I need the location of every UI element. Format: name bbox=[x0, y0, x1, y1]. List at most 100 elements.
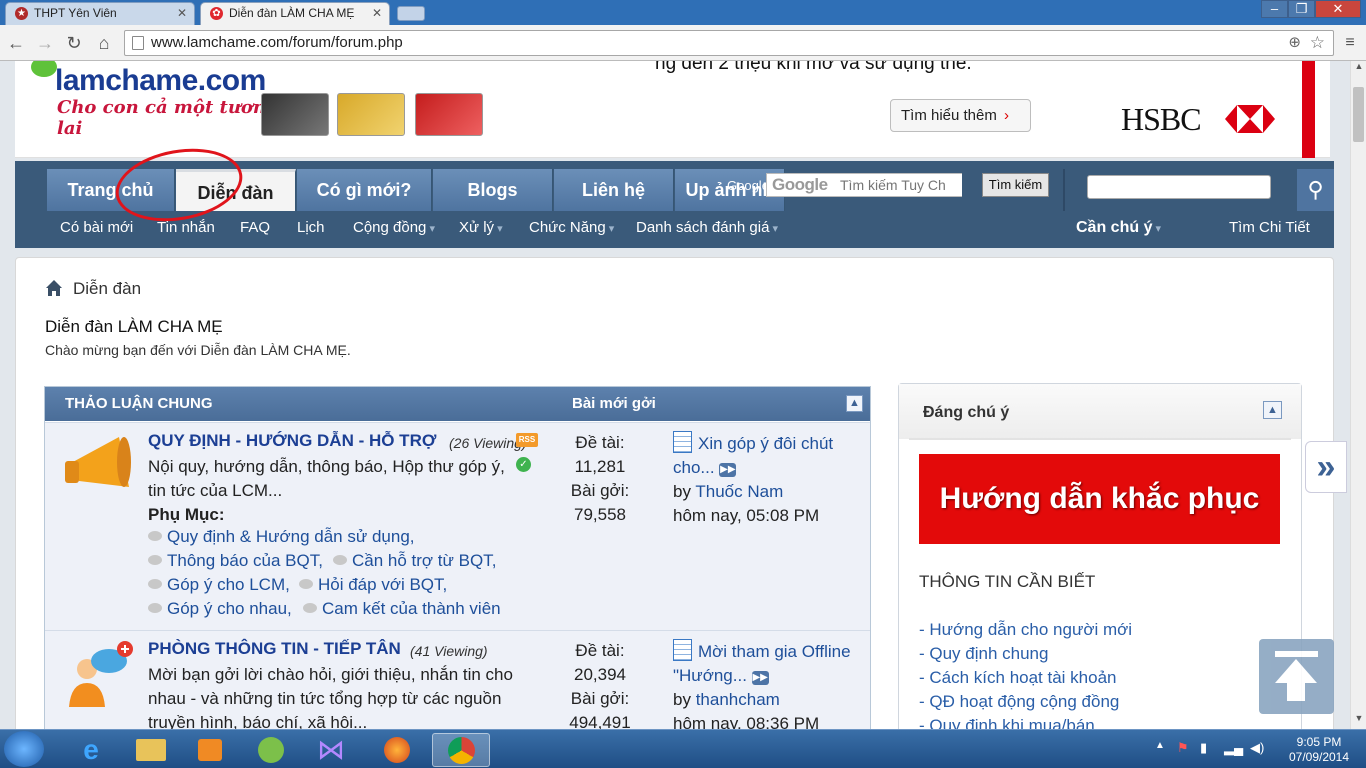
chrome-icon[interactable] bbox=[432, 733, 490, 767]
last-post-title-text: Xin góp ý đôi chút bbox=[698, 434, 834, 453]
sidebar-link[interactable]: - Quy định chung bbox=[919, 644, 1048, 664]
help-banner[interactable]: Hướng dẫn khắc phục bbox=[919, 454, 1280, 544]
sub-label: Xử lý bbox=[459, 219, 495, 236]
last-post-title-cont[interactable]: "Hướng... ▶▶ bbox=[673, 664, 851, 688]
logo-leaf-icon bbox=[31, 61, 57, 77]
minimize-button[interactable]: – bbox=[1261, 0, 1288, 18]
forum-title[interactable]: PHÒNG THÔNG TIN - TIẾP TÂN bbox=[148, 639, 401, 659]
tab-blogs[interactable]: Blogs bbox=[433, 169, 553, 211]
tab-thpt-yen-vien[interactable]: ★ THPT Yên Viên ✕ bbox=[5, 2, 195, 25]
ad-headline: ng đến 2 triệu khi mở và sử dụng thẻ. bbox=[655, 61, 972, 74]
threads-count: 20,394 bbox=[574, 665, 626, 684]
sub-xu-ly[interactable]: Xử lý ▾ bbox=[459, 219, 503, 236]
home-icon[interactable] bbox=[45, 279, 63, 297]
subforum-link[interactable]: Góp ý cho LCM, bbox=[148, 575, 290, 595]
hsbc-ad-banner[interactable]: ng đến 2 triệu khi mở và sử dụng thẻ. la… bbox=[15, 61, 1330, 158]
sidebar-link[interactable]: - Quy định khi mua/bán bbox=[919, 716, 1095, 729]
system-clock[interactable]: 9:05 PM 07/09/2014 bbox=[1276, 735, 1362, 765]
site-favicon-icon: ✿ bbox=[210, 7, 223, 20]
learn-more-button[interactable]: Tìm hiểu thêm › bbox=[890, 99, 1031, 132]
sub-co-bai-moi[interactable]: Có bài mới bbox=[60, 219, 133, 236]
back-arrow-icon[interactable]: ← bbox=[4, 31, 28, 55]
sub-faq[interactable]: FAQ bbox=[240, 219, 270, 236]
menu-icon[interactable]: ≡ bbox=[1338, 31, 1362, 55]
network-warning-icon[interactable]: ⚑ bbox=[1177, 740, 1189, 756]
sub-chuc-nang[interactable]: Chức Năng ▾ bbox=[529, 219, 614, 236]
media-player-icon[interactable] bbox=[184, 733, 238, 767]
last-post-title-text: "Hướng... bbox=[673, 666, 747, 685]
sub-can-chu-y[interactable]: Cần chú ý ▾ bbox=[1076, 219, 1161, 237]
forum-description: Mời bạn gởi lời chào hỏi, giới thiệu, nh… bbox=[148, 665, 513, 729]
go-to-post-icon[interactable]: ▶▶ bbox=[751, 671, 769, 685]
browser-tab-strip: ★ THPT Yên Viên ✕ ✿ Diễn đàn LÀM CHA MẸ … bbox=[0, 0, 1366, 25]
double-chevron-right-icon[interactable]: » bbox=[1305, 441, 1347, 493]
home-icon[interactable]: ⌂ bbox=[92, 31, 116, 55]
utility-app-icon[interactable] bbox=[244, 733, 298, 767]
vertical-scrollbar[interactable]: ▲ ▼ bbox=[1350, 61, 1366, 729]
speech-bubble-icon bbox=[148, 555, 162, 565]
forum-search-input[interactable] bbox=[1087, 175, 1271, 199]
hsbc-wordmark: HSBC bbox=[1121, 101, 1202, 137]
subforum-link[interactable]: Hỏi đáp với BQT, bbox=[299, 575, 447, 595]
threads-count: 11,281 bbox=[574, 457, 626, 476]
tab-lamchame[interactable]: ✿ Diễn đàn LÀM CHA MẸ ✕ bbox=[200, 2, 390, 25]
power-icon[interactable]: ▮ bbox=[1200, 740, 1207, 756]
sub-danh-sach[interactable]: Danh sách đánh giá ▾ bbox=[636, 219, 778, 236]
sub-cong-dong[interactable]: Cộng đồng ▾ bbox=[353, 219, 435, 236]
last-post-user[interactable]: Thuốc Nam bbox=[695, 482, 783, 501]
forum-title[interactable]: QUY ĐỊNH - HƯỚNG DẪN - HỖ TRỢ bbox=[148, 431, 436, 451]
subforum-link[interactable]: Góp ý cho nhau, bbox=[148, 599, 292, 619]
volume-icon[interactable]: ◀) bbox=[1250, 740, 1264, 756]
close-window-button[interactable]: ✕ bbox=[1315, 0, 1361, 18]
sub-lich[interactable]: Lịch bbox=[297, 219, 325, 236]
last-post-title[interactable]: Mời tham gia Offline bbox=[673, 639, 851, 664]
megaphone-icon bbox=[65, 437, 131, 487]
last-post-user[interactable]: thanhcham bbox=[696, 690, 780, 709]
bookmark-star-icon[interactable]: ☆ bbox=[1310, 31, 1325, 55]
sub-tim-chi-tiet[interactable]: Tìm Chi Tiết bbox=[1229, 219, 1310, 236]
rss-icon[interactable]: RSS bbox=[516, 433, 538, 447]
forward-arrow-icon[interactable]: → bbox=[33, 31, 57, 55]
scroll-to-top-button[interactable] bbox=[1259, 639, 1334, 714]
subforum-link[interactable]: Cần hỗ trợ từ BQT, bbox=[333, 551, 496, 571]
learn-more-label: Tìm hiểu thêm bbox=[901, 107, 997, 124]
sidebar-link[interactable]: - QĐ hoạt động cộng đồng bbox=[919, 692, 1119, 712]
subforum-link[interactable]: Thông báo của BQT, bbox=[148, 551, 323, 571]
google-search-button[interactable]: Tìm kiếm bbox=[982, 173, 1049, 197]
new-tab-button[interactable] bbox=[397, 6, 425, 21]
close-tab-icon[interactable]: ✕ bbox=[177, 3, 187, 24]
subforum-text: Quy định & Hướng dẫn sử dụng bbox=[167, 527, 410, 546]
go-to-post-icon[interactable]: ▶▶ bbox=[719, 463, 737, 477]
tab-lien-he[interactable]: Liên hệ bbox=[554, 169, 674, 211]
signal-icon[interactable]: ▂▄ bbox=[1224, 740, 1243, 756]
sidebar-link[interactable]: - Cách kích hoạt tài khoản bbox=[919, 668, 1117, 688]
last-post-title-cont[interactable]: cho... ▶▶ bbox=[673, 456, 833, 480]
site-logo[interactable]: lamchame.com Cho con cả một tương lai bbox=[15, 61, 280, 139]
scroll-thumb[interactable] bbox=[1353, 87, 1364, 142]
show-hidden-icons[interactable]: ▲ bbox=[1155, 740, 1165, 751]
start-button[interactable] bbox=[4, 731, 44, 767]
category-title[interactable]: THẢO LUẬN CHUNG bbox=[65, 387, 213, 421]
collapse-icon[interactable]: ▲ bbox=[846, 395, 863, 412]
close-tab-icon[interactable]: ✕ bbox=[372, 3, 382, 24]
scroll-up-icon[interactable]: ▲ bbox=[1352, 61, 1366, 75]
sub-tin-nhan[interactable]: Tin nhắn bbox=[157, 219, 215, 236]
zoom-icon[interactable]: ⊕ bbox=[1288, 31, 1301, 55]
reload-icon[interactable]: ↻ bbox=[62, 31, 86, 55]
firefox-icon[interactable] bbox=[370, 733, 424, 767]
address-bar[interactable]: www.lamchame.com/forum/forum.php ⊕ ☆ bbox=[124, 30, 1334, 56]
visual-studio-icon[interactable]: ⋈ bbox=[304, 733, 358, 767]
collapse-icon[interactable]: ▲ bbox=[1263, 401, 1282, 419]
file-explorer-icon[interactable] bbox=[124, 733, 178, 767]
subforum-link[interactable]: Cam kết của thành viên bbox=[303, 599, 501, 619]
subforum-link[interactable]: Quy định & Hướng dẫn sử dụng, bbox=[148, 527, 415, 547]
maximize-button[interactable]: ❐ bbox=[1288, 0, 1315, 18]
tab-co-gi-moi[interactable]: Có gì mới? bbox=[297, 169, 432, 211]
internet-explorer-icon[interactable]: e bbox=[64, 733, 118, 767]
breadcrumb[interactable]: Diễn đàn bbox=[73, 279, 141, 299]
google-search-box[interactable]: Google bbox=[766, 173, 962, 197]
scroll-down-icon[interactable]: ▼ bbox=[1352, 713, 1366, 727]
sidebar-link[interactable]: - Hướng dẫn cho người mới bbox=[919, 620, 1132, 640]
search-icon[interactable]: ⚲ bbox=[1297, 169, 1334, 211]
last-post-title[interactable]: Xin góp ý đôi chút bbox=[673, 431, 833, 456]
